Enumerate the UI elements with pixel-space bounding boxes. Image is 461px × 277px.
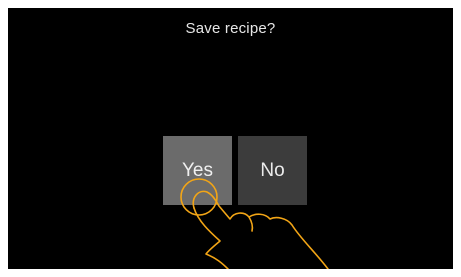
yes-button[interactable]: Yes (163, 136, 232, 205)
no-button[interactable]: No (238, 136, 307, 205)
no-button-label: No (260, 159, 285, 181)
hand-outline-left (193, 207, 229, 269)
dialog-screen: Save recipe? Yes No (8, 8, 453, 269)
dialog-prompt: Save recipe? (185, 20, 276, 37)
yes-button-label: Yes (182, 159, 213, 181)
hand-knuckle (248, 216, 254, 232)
